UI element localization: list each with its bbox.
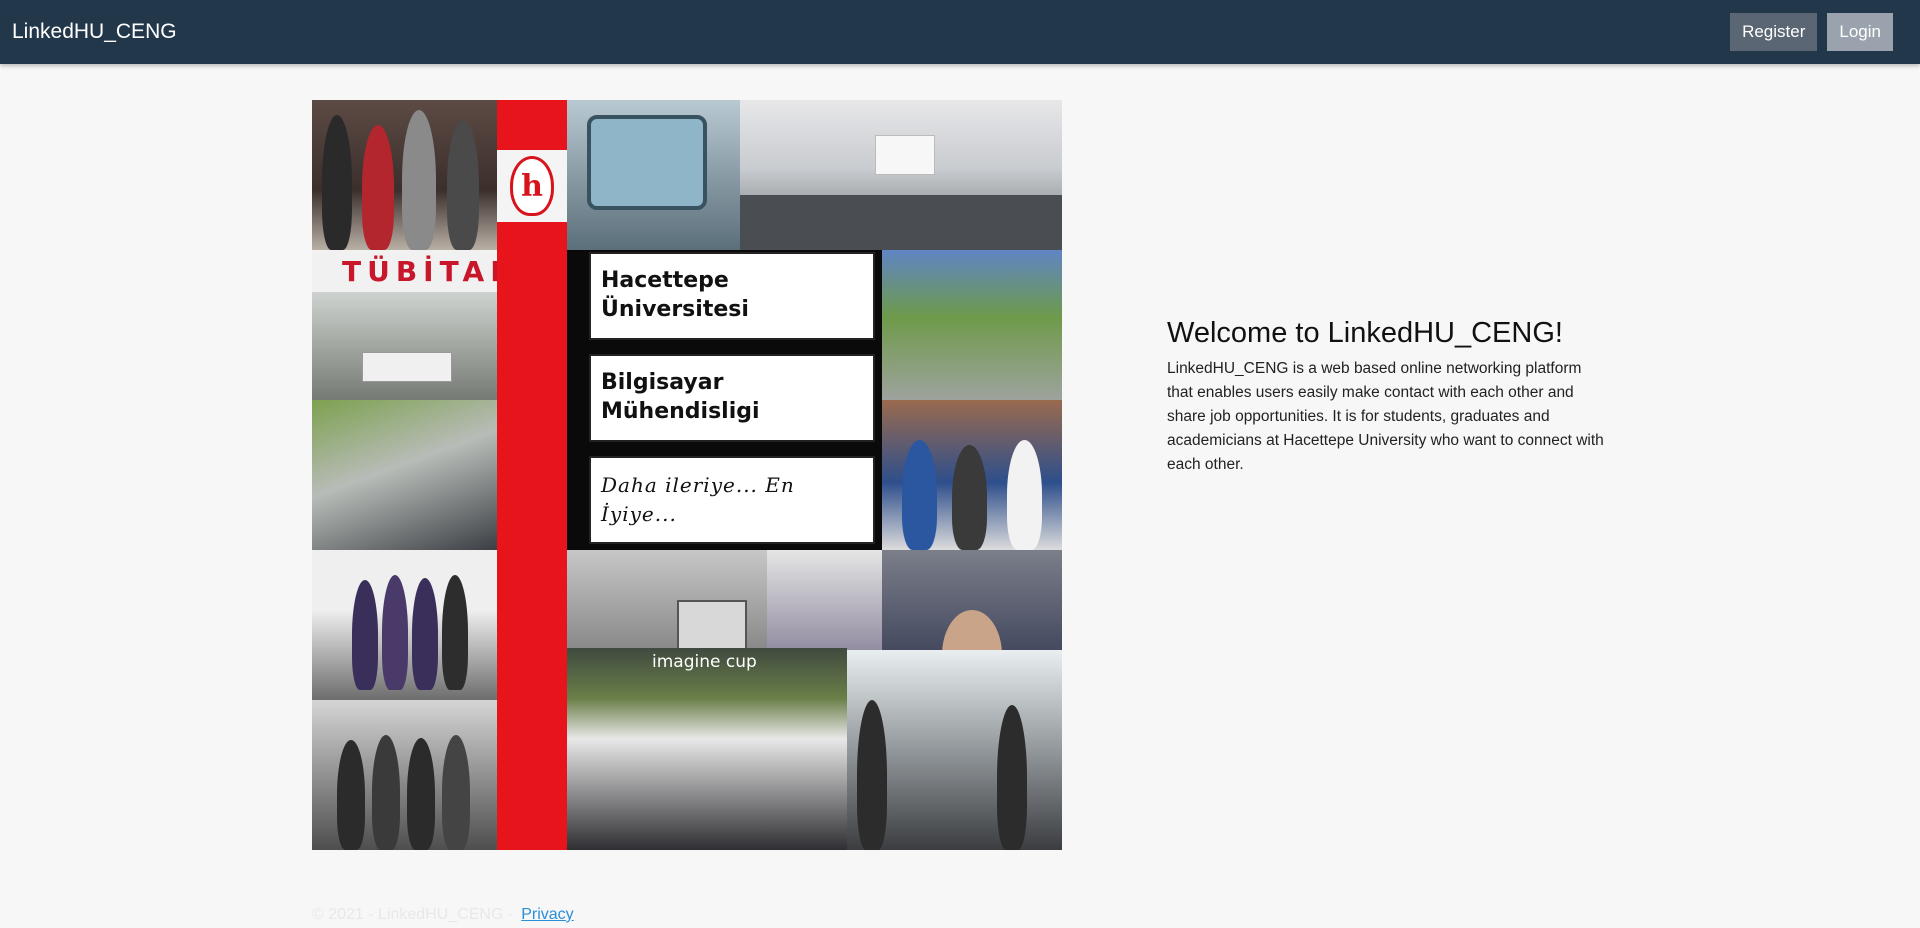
photo-tree-building [882, 250, 1062, 400]
hacettepe-collage-image: TÜBİTAK h Hacettepe Üniversitesi Bilgisa… [312, 100, 1062, 850]
photo-students-laptop [882, 400, 1062, 550]
photo-tubitak-event [312, 292, 497, 400]
university-name-box: Hacettepe Üniversitesi [589, 252, 875, 340]
login-button[interactable]: Login [1827, 13, 1893, 51]
register-button[interactable]: Register [1730, 13, 1818, 51]
photo-building [312, 400, 497, 550]
photo-team-hackathon [312, 700, 497, 850]
motto-box: Daha ileriye... En İyiye... [589, 456, 875, 544]
hacettepe-h-icon: h [510, 156, 554, 216]
footer: © 2021 - LinkedHU_CENG - Privacy [312, 906, 574, 924]
photo-classroom [740, 100, 1062, 250]
brand-link[interactable]: LinkedHU_CENG [12, 20, 177, 44]
welcome-title: Welcome to LinkedHU_CENG! [1167, 317, 1563, 349]
top-navbar: LinkedHU_CENG Register Login [0, 0, 1920, 64]
photo-students-purple [312, 550, 497, 700]
welcome-section: Welcome to LinkedHU_CENG! LinkedHU_CENG … [1167, 313, 1607, 477]
department-name-box: Bilgisayar Mühendisligi [589, 354, 875, 442]
tubitak-banner: TÜBİTAK [312, 250, 512, 292]
imagine-cup-label: imagine cup [652, 652, 757, 672]
photo-poster-session [847, 650, 1062, 850]
photo-award-ceremony [312, 100, 497, 250]
nav-actions: Register Login [1730, 13, 1893, 51]
photo-group-frame [567, 100, 740, 250]
photo-imagine-cup: imagine cup [567, 648, 847, 850]
welcome-description: LinkedHU_CENG is a web based online netw… [1167, 360, 1604, 473]
hacettepe-logo: h [497, 150, 567, 222]
privacy-link[interactable]: Privacy [521, 906, 573, 924]
copyright-text: © 2021 - LinkedHU_CENG - [312, 906, 514, 923]
